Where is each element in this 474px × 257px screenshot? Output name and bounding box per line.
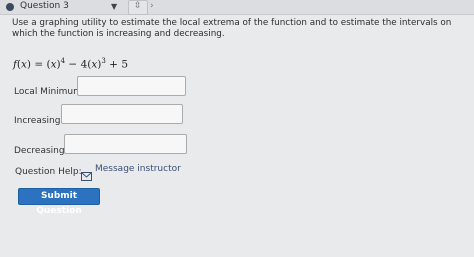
message-instructor-link[interactable]: Message instructor bbox=[95, 164, 181, 174]
decreasing-input[interactable] bbox=[64, 134, 187, 154]
question-instructions: Use a graphing utility to estimate the l… bbox=[12, 18, 452, 39]
local-minimum-input[interactable] bbox=[77, 76, 186, 96]
status-dot-icon bbox=[6, 3, 14, 11]
question-help-label: Question Help: bbox=[15, 167, 82, 177]
decreasing-label: Decreasing: bbox=[14, 146, 68, 156]
function-formula: f(x) = (x)4 − 4(x)3 + 5 bbox=[13, 57, 128, 71]
chevron-down-icon[interactable]: ▼ bbox=[111, 2, 117, 11]
question-title: Question 3 bbox=[20, 1, 69, 11]
submit-question-button[interactable]: Submit Question bbox=[18, 188, 100, 216]
increasing-input[interactable] bbox=[61, 104, 183, 124]
navigation-icon: ⇳ bbox=[134, 1, 142, 11]
mail-icon[interactable] bbox=[81, 166, 92, 181]
chevron-right-icon[interactable]: › bbox=[150, 1, 154, 11]
question-nav-button[interactable]: ⇳ bbox=[128, 0, 148, 15]
question-header: Question 3 ▼ ⇳ › bbox=[0, 0, 474, 15]
increasing-label: Increasing: bbox=[14, 116, 64, 126]
local-minimum-label: Local Minimum: bbox=[14, 87, 85, 97]
